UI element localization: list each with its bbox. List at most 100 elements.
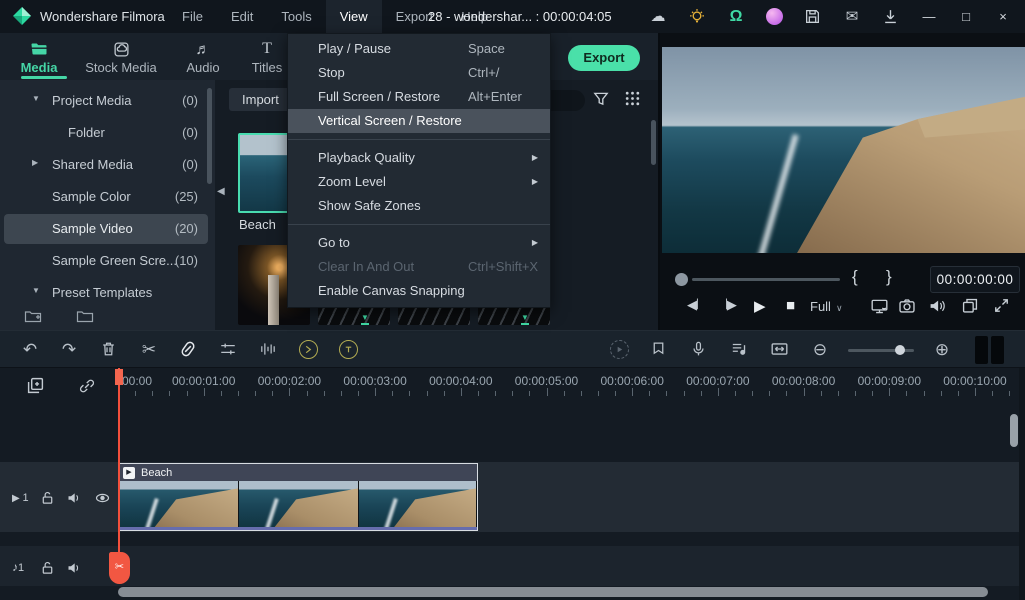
copy-frame-icon[interactable]: [961, 297, 979, 315]
previous-frame-button[interactable]: ◀▏: [687, 297, 704, 313]
tab-media[interactable]: Media: [6, 33, 72, 80]
view-menu-item-zoom-level[interactable]: Zoom Level ▶: [288, 170, 550, 194]
download-icon[interactable]: [882, 8, 900, 26]
snapshot-camera-icon[interactable]: [898, 297, 916, 315]
track-visibility-eye-icon[interactable]: [94, 490, 111, 506]
play-button[interactable]: ▶: [754, 297, 766, 315]
sidebar-item-folder[interactable]: Folder (0): [4, 118, 208, 148]
split-scissors-icon[interactable]: ✂: [139, 340, 159, 360]
timeline-horizontal-scrollbar[interactable]: [118, 587, 988, 597]
twisty-icon[interactable]: ▶: [32, 158, 38, 167]
minimize-button[interactable]: —: [921, 9, 937, 24]
mute-speaker-icon[interactable]: [928, 297, 946, 315]
ruler-tick: [683, 391, 685, 396]
menubar-item-view[interactable]: View: [325, 0, 382, 33]
timeline-panel: 00:00 00:00:01:00 00:00:02:00 00:00:03:00 00…: [0, 368, 1025, 600]
zoom-in-icon[interactable]: ⊕: [932, 340, 952, 360]
speed-ramping-icon[interactable]: [299, 340, 319, 360]
feedback-mail-icon[interactable]: ✉: [843, 8, 861, 26]
sidebar-scrollbar[interactable]: [207, 88, 212, 184]
lock-track-icon[interactable]: [40, 490, 55, 506]
preview-panel: { } 00:00:00:00 ◀▏ ▕▶ ▶ ■ Full ∨: [658, 33, 1025, 330]
new-folder-icon[interactable]: [24, 308, 42, 324]
delete-folder-icon[interactable]: [76, 308, 94, 324]
add-track-icon[interactable]: [26, 376, 45, 395]
playhead-line[interactable]: [118, 368, 120, 554]
close-button[interactable]: ×: [995, 9, 1011, 24]
sidebar-item-sample-color[interactable]: Sample Color (25): [4, 182, 208, 212]
cloud-icon[interactable]: ☁: [649, 8, 667, 26]
track-volume-icon[interactable]: [66, 560, 82, 576]
support-headset-icon[interactable]: Ω: [727, 8, 745, 26]
sidebar-item-project-media[interactable]: ▼ Project Media (0): [4, 86, 208, 116]
collapse-panel-icon[interactable]: ◀: [217, 186, 225, 197]
view-menu-item-playback-quality[interactable]: Playback Quality ▶: [288, 146, 550, 170]
audio-track-lane[interactable]: [0, 546, 1019, 586]
stop-button[interactable]: ■: [786, 297, 795, 314]
sidebar-item-sample-green-scre-[interactable]: Sample Green Scre... (10): [4, 246, 208, 276]
tips-bulb-icon[interactable]: [688, 8, 706, 26]
ruler-label: 00:00:04:00: [429, 374, 493, 388]
timeline-zoom-slider-handle[interactable]: [895, 345, 905, 355]
motion-tracking-icon[interactable]: [339, 340, 359, 360]
view-menu-item-full-screen-restore[interactable]: Full Screen / Restore Alt+Enter: [288, 85, 550, 109]
menubar-item-tools[interactable]: Tools: [267, 0, 325, 33]
view-menu-item-go-to[interactable]: Go to ▶: [288, 231, 550, 255]
audio-mixer-icon[interactable]: [730, 340, 750, 360]
menubar-item-edit[interactable]: Edit: [217, 0, 267, 33]
sidebar-item-sample-video[interactable]: Sample Video (20): [4, 214, 208, 244]
twisty-icon[interactable]: ▼: [32, 286, 40, 295]
playhead-split-handle[interactable]: ✂: [109, 552, 130, 584]
ruler-label: 00:00:08:00: [771, 374, 836, 388]
stock-media-icon: [76, 39, 166, 59]
playhead-handle[interactable]: [115, 369, 123, 385]
fullscreen-expand-icon[interactable]: [993, 297, 1010, 314]
preview-scrubber-handle[interactable]: [675, 273, 688, 286]
undo-icon[interactable]: ↶: [20, 340, 40, 360]
view-menu-item-show-safe-zones[interactable]: Show Safe Zones: [288, 194, 550, 218]
view-menu-item-enable-canvas-snapping[interactable]: Enable Canvas Snapping: [288, 279, 550, 303]
marker-icon[interactable]: [650, 340, 670, 360]
filter-icon[interactable]: [592, 90, 610, 108]
grid-view-icon[interactable]: [624, 90, 642, 108]
maximize-button[interactable]: □: [958, 9, 974, 24]
media-panel-scrollbar[interactable]: [651, 120, 656, 165]
twisty-icon[interactable]: ▼: [32, 94, 40, 103]
account-avatar[interactable]: [766, 8, 783, 25]
preview-video-frame[interactable]: [662, 47, 1025, 253]
delete-trash-icon[interactable]: [100, 340, 120, 360]
playback-quality-dropdown[interactable]: Full ∨: [810, 299, 843, 314]
track-volume-icon[interactable]: [66, 490, 82, 506]
adjust-sliders-icon[interactable]: [219, 340, 239, 360]
sidebar-item-preset-templates[interactable]: ▼ Preset Templates: [4, 278, 208, 308]
render-preview-icon[interactable]: [610, 340, 630, 360]
mark-out-icon[interactable]: }: [886, 267, 892, 287]
sidebar-item-shared-media[interactable]: ▶ Shared Media (0): [4, 150, 208, 180]
preview-scrubber-track[interactable]: [692, 278, 840, 281]
timeline-vertical-scrollbar[interactable]: [1010, 414, 1018, 447]
view-menu-item-vertical-screen-restore[interactable]: Vertical Screen / Restore: [288, 109, 550, 133]
link-icon[interactable]: [78, 377, 96, 395]
save-icon[interactable]: [804, 8, 822, 26]
tab-audio[interactable]: ♬ Audio: [172, 33, 234, 80]
view-menu-item-play-pause[interactable]: Play / Pause Space: [288, 37, 550, 61]
media-sidebar: ▼ Project Media (0) Folder (0) ▶ Shared Media(…: [0, 80, 215, 330]
display-device-icon[interactable]: [870, 297, 889, 315]
fit-timeline-icon[interactable]: [770, 340, 790, 360]
ruler-label: 00:00:09:00: [857, 374, 921, 388]
redo-icon[interactable]: ↷: [59, 340, 79, 360]
zoom-out-icon[interactable]: ⊖: [810, 340, 830, 360]
crop-icon[interactable]: [179, 340, 199, 360]
import-button[interactable]: Import: [229, 88, 292, 111]
ruler-tick: [889, 388, 891, 396]
audio-keyframe-icon[interactable]: [259, 340, 279, 360]
mark-in-icon[interactable]: {: [852, 267, 858, 287]
menubar-item-file[interactable]: File: [168, 0, 217, 33]
tab-stock-media[interactable]: Stock Media: [76, 33, 166, 80]
view-menu-item-stop[interactable]: Stop Ctrl+/: [288, 61, 550, 85]
timeline-clip-beach[interactable]: ▶ Beach: [118, 463, 478, 531]
lock-track-icon[interactable]: [40, 560, 55, 576]
export-button[interactable]: Export: [568, 45, 640, 71]
voiceover-mic-icon[interactable]: [690, 340, 710, 360]
next-frame-button[interactable]: ▕▶: [720, 297, 737, 313]
